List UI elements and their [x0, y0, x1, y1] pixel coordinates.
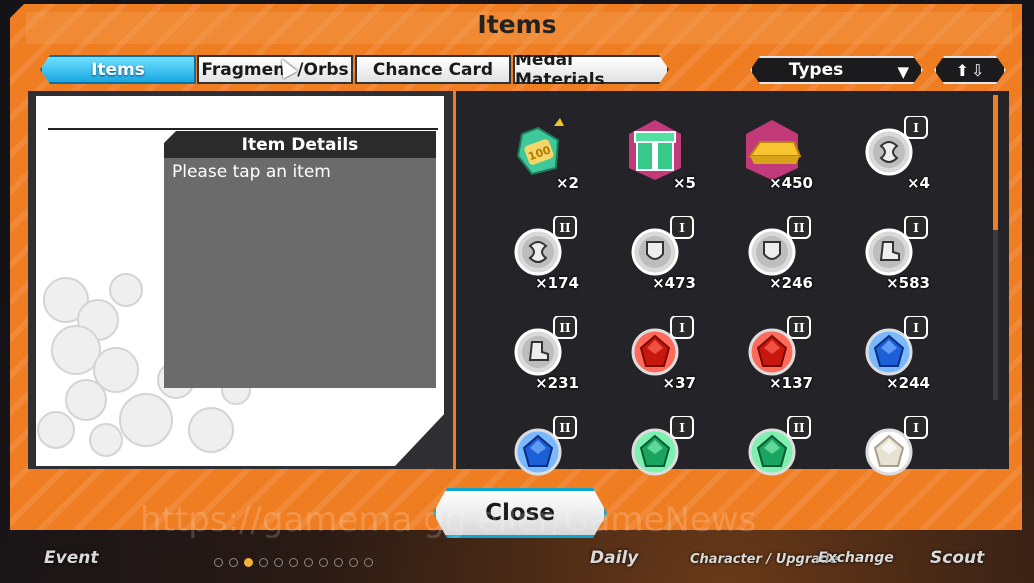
item-slot[interactable]: II	[610, 416, 700, 506]
tab-chance-card[interactable]: Chance Card	[355, 55, 511, 84]
svg-text:I: I	[913, 221, 919, 235]
page-dot	[319, 558, 328, 567]
page-dot	[304, 558, 313, 567]
item-count: ×583	[886, 274, 930, 292]
item-count: ×4	[906, 174, 930, 192]
divider	[48, 128, 438, 130]
svg-text:II: II	[559, 321, 571, 335]
item-count: ×473	[652, 274, 696, 292]
page-dot	[349, 558, 358, 567]
item-slot[interactable]: II×37	[610, 316, 700, 406]
tab-fragments-orbs[interactable]: Fragmen/Orbs	[197, 55, 353, 84]
nav-exchange[interactable]: Exchange	[818, 550, 894, 566]
svg-text:II: II	[793, 221, 805, 235]
tab-medal-materials[interactable]: Medal Materials	[513, 55, 669, 84]
arrow-up-icon: ⬆	[955, 60, 969, 80]
page-dot-active	[244, 558, 253, 567]
scrollbar-thumb[interactable]	[993, 95, 998, 230]
arrow-down-icon: ⇩	[971, 60, 985, 80]
item-slot[interactable]: IIII×137	[727, 316, 817, 406]
tab-fragments-label-tail: /Orbs	[297, 59, 349, 80]
page-dot	[334, 558, 343, 567]
item-slot[interactable]: ×450	[727, 116, 817, 206]
svg-text:I: I	[679, 221, 685, 235]
svg-text:II: II	[793, 421, 805, 435]
item-count: ×137	[769, 374, 813, 392]
item-slot[interactable]: ×5	[610, 116, 700, 206]
item-slot[interactable]: II×244	[844, 316, 934, 406]
item-slot[interactable]: IIII×246	[727, 216, 817, 306]
tab-chance-card-label: Chance Card	[372, 59, 494, 80]
item-count: ×37	[662, 374, 696, 392]
page-dot	[259, 558, 268, 567]
item-slot[interactable]: II×473	[610, 216, 700, 306]
sort-toggle-button[interactable]: ⬆ ⇩	[934, 56, 1006, 84]
svg-text:II: II	[793, 321, 805, 335]
svg-text:I: I	[913, 421, 919, 435]
nav-scout[interactable]: Scout	[930, 548, 984, 568]
page-dot	[229, 558, 238, 567]
item-count: ×244	[886, 374, 930, 392]
types-dropdown-value: Types	[788, 60, 844, 80]
chevron-down-icon: ▼	[897, 63, 909, 81]
page-dot	[364, 558, 373, 567]
svg-text:II: II	[559, 421, 571, 435]
page-indicator	[214, 558, 373, 567]
svg-text:I: I	[913, 121, 919, 135]
nav-daily[interactable]: Daily	[590, 548, 638, 568]
svg-text:I: I	[679, 421, 685, 435]
item-count: ×174	[535, 274, 579, 292]
tab-items-label: Items	[91, 59, 145, 80]
tab-medal-materials-label: Medal Materials	[515, 49, 605, 90]
item-count: ×231	[535, 374, 579, 392]
nav-event[interactable]: Event	[44, 548, 98, 568]
item-slot[interactable]: II	[844, 416, 934, 506]
item-slot[interactable]: 100 ×2	[493, 116, 583, 206]
item-count: ×450	[769, 174, 813, 192]
page-dot	[289, 558, 298, 567]
dialog-title: Items	[477, 10, 557, 39]
item-grid-scrollbar[interactable]	[993, 95, 998, 400]
nav-character-upgrade[interactable]: Character / Upgrade	[690, 552, 838, 567]
svg-text:I: I	[679, 321, 685, 335]
item-slot[interactable]: II×583	[844, 216, 934, 306]
item-details-header: Item Details	[164, 131, 436, 158]
svg-text:I: I	[913, 321, 919, 335]
item-count: ×246	[769, 274, 813, 292]
item-count: ×2	[555, 174, 579, 192]
svg-text:II: II	[559, 221, 571, 235]
item-slot[interactable]: IIII	[727, 416, 817, 506]
watermark: https://gamema gg eller/GameNews	[140, 500, 757, 540]
item-count: ×5	[672, 174, 696, 192]
page-dot	[214, 558, 223, 567]
item-slot[interactable]: IIII×231	[493, 316, 583, 406]
item-slot[interactable]: II×4	[844, 116, 934, 206]
item-slot[interactable]: IIII×174	[493, 216, 583, 306]
page-dot	[274, 558, 283, 567]
tab-fragments-label: Fragmen	[201, 59, 286, 80]
item-details-text: Please tap an item	[172, 162, 331, 182]
tab-items[interactable]: Items	[40, 55, 196, 84]
item-details-body: Please tap an item	[164, 158, 436, 388]
types-dropdown[interactable]: Types ▼	[750, 56, 923, 84]
bottom-nav: Event Daily Character / Upgrade Exchange…	[0, 540, 1034, 583]
